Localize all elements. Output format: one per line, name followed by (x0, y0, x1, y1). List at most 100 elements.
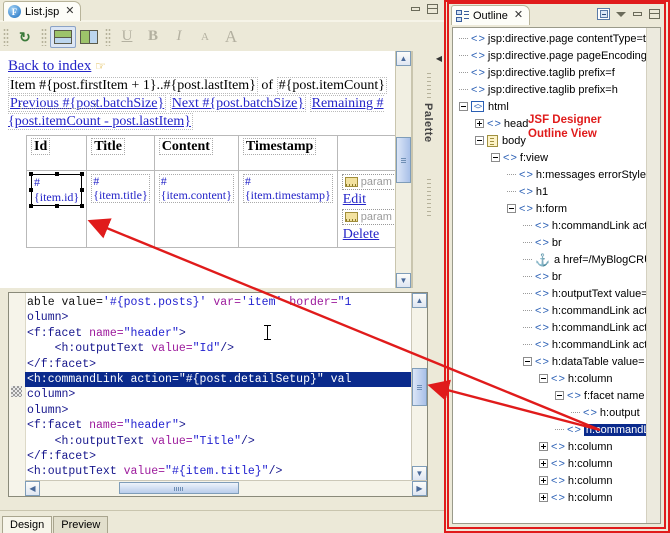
expand-icon[interactable] (539, 476, 548, 485)
tree-item[interactable]: < > h:output (453, 404, 647, 421)
source-horizontal-scrollbar[interactable]: ◀ ▶ (25, 480, 427, 496)
gutter-marker-icon[interactable] (11, 386, 22, 397)
outline-vertical-scrollbar[interactable] (646, 28, 660, 523)
source-hscroll-thumb[interactable] (119, 482, 239, 494)
tab-design[interactable]: Design (2, 516, 53, 533)
toolbar-grip[interactable] (41, 27, 47, 46)
italic-button[interactable]: I (166, 26, 192, 48)
back-to-index-link[interactable]: Back to index (8, 58, 91, 74)
cell-id[interactable]: #{item.id} (25, 169, 88, 248)
outline-tree[interactable]: < > jsp:directive.page contentType=tex < >… (453, 30, 647, 523)
close-icon[interactable]: ✕ (63, 6, 74, 17)
tree-item[interactable]: < > jsp:directive.taglib prefix=h (453, 81, 647, 98)
refresh-button[interactable]: ↺ (12, 26, 38, 48)
collapse-icon[interactable] (459, 102, 468, 111)
collapse-icon[interactable] (555, 391, 564, 400)
source-line[interactable]: <h:outputText value="Id"/> (27, 341, 411, 356)
scroll-up-arrow[interactable]: ▲ (396, 51, 411, 66)
tree-item[interactable]: < > h1 (453, 183, 647, 200)
collapse-icon[interactable] (507, 204, 516, 213)
outline-tree-container[interactable]: < > jsp:directive.page contentType=tex < >… (452, 27, 661, 524)
canvas-vertical-scrollbar[interactable]: ▲ ▼ (395, 51, 411, 288)
tree-item[interactable]: < > f:facet name (453, 387, 647, 404)
collapse-all-icon[interactable] (597, 8, 610, 20)
toolbar-grip[interactable] (3, 27, 9, 46)
tree-item[interactable]: < > h:column (453, 489, 647, 506)
source-scroll-thumb[interactable] (412, 368, 427, 406)
minimize-icon[interactable] (410, 4, 421, 14)
collapse-icon[interactable] (539, 374, 548, 383)
tree-item[interactable]: < > h:dataTable value= (453, 353, 647, 370)
source-scroll-up-arrow[interactable]: ▲ (412, 293, 427, 308)
font-larger-button[interactable]: A (218, 26, 244, 48)
tree-item[interactable]: < > h:commandLink actio (453, 336, 647, 353)
tree-item[interactable]: < > br (453, 268, 647, 285)
source-gutter[interactable] (9, 293, 26, 496)
tree-item[interactable]: < > h:commandLink actio (453, 319, 647, 336)
tree-item[interactable]: < > br (453, 234, 647, 251)
source-line[interactable]: olumn> (27, 310, 411, 325)
source-line-selected[interactable]: <h:commandLink action="#{post.detailSetu… (25, 371, 424, 388)
source-scroll-down-arrow[interactable]: ▼ (412, 466, 427, 481)
tree-item[interactable]: < > h:column (453, 438, 647, 455)
source-line[interactable]: <f:facet name="header"> (27, 326, 411, 341)
source-scroll-right-arrow[interactable]: ▶ (412, 481, 427, 496)
bold-button[interactable]: B (140, 26, 166, 48)
layout-horizontal-button[interactable] (50, 25, 76, 48)
expand-icon[interactable] (539, 459, 548, 468)
source-code-editor[interactable]: able value='#{post.posts}' var='item' bo… (8, 292, 428, 497)
tree-item[interactable]: < > jsp:directive.page contentType=tex (453, 30, 647, 47)
toolbar-grip[interactable] (105, 27, 111, 46)
collapse-icon[interactable] (523, 357, 532, 366)
tree-item[interactable]: < > f:view (453, 149, 647, 166)
source-line[interactable]: <f:facet name="header"> (27, 418, 411, 433)
tree-item[interactable]: < > h:column (453, 472, 647, 489)
tree-item[interactable]: < >jsp:directive.page pageEncoding=UT (453, 47, 647, 64)
font-smaller-button[interactable]: A (192, 26, 218, 48)
tree-item[interactable]: < > h:commandLi (453, 421, 647, 438)
source-line[interactable]: able value='#{post.posts}' var='item' bo… (27, 295, 411, 310)
tree-item[interactable]: < > jsp:directive.taglib prefix=f (453, 64, 647, 81)
scroll-down-arrow[interactable]: ▼ (396, 273, 411, 288)
tree-item[interactable]: < > h:commandLink actio (453, 302, 647, 319)
tree-item[interactable]: < > h:commandLink actio (453, 217, 647, 234)
collapse-icon[interactable] (475, 136, 484, 145)
tree-item[interactable]: ⚓a href=/MyBlogCRUD (453, 251, 647, 268)
tab-preview[interactable]: Preview (53, 516, 109, 533)
source-scroll-left-arrow[interactable]: ◀ (25, 481, 40, 496)
tab-outline[interactable]: Outline ✕ (451, 5, 531, 25)
palette-expand-icon[interactable]: ◀ (436, 54, 442, 63)
source-line[interactable]: </f:facet> (27, 449, 411, 464)
cell-title[interactable]: #{item.title} (86, 169, 155, 248)
expand-icon[interactable] (539, 442, 548, 451)
canvas-scroll-thumb[interactable] (396, 137, 411, 183)
source-vertical-scrollbar[interactable]: ▲ ▼ (411, 293, 427, 481)
palette-rail[interactable]: ◀ Palette (412, 51, 445, 288)
expand-icon[interactable] (539, 493, 548, 502)
cell-timestamp[interactable]: #{item.timestamp} (237, 169, 338, 248)
source-line[interactable]: column> (27, 387, 411, 402)
tree-item[interactable]: < > h:column (453, 455, 647, 472)
layout-vertical-button[interactable] (76, 26, 102, 48)
next-link[interactable]: Next #{post.batchSize} (169, 94, 307, 112)
maximize-icon[interactable] (649, 9, 660, 19)
collapse-icon[interactable] (491, 153, 500, 162)
view-menu-icon[interactable] (616, 11, 626, 17)
underline-button[interactable]: U (114, 26, 140, 48)
tree-item[interactable]: < > h:form (453, 200, 647, 217)
tab-list-jsp[interactable]: F List.jsp ✕ (3, 1, 82, 21)
close-icon[interactable]: ✕ (512, 10, 523, 21)
cell-content[interactable]: #{item.content} (153, 169, 239, 248)
source-line[interactable]: <h:outputText value="#{item.title}"/> (27, 464, 411, 479)
visual-design-canvas[interactable]: Back to index ☞ Item #{post.firstItem + … (0, 51, 412, 288)
maximize-icon[interactable] (427, 4, 438, 14)
tree-item[interactable]: < > h:column (453, 370, 647, 387)
expand-icon[interactable] (475, 119, 484, 128)
minimize-icon[interactable] (632, 9, 643, 19)
source-code-text[interactable]: able value='#{post.posts}' var='item' bo… (25, 295, 424, 480)
selected-element-box[interactable]: #{item.id} (29, 171, 85, 208)
tree-item[interactable]: < > h:outputText value= (453, 285, 647, 302)
source-line[interactable]: </f:facet> (27, 357, 411, 372)
source-line[interactable]: <h:outputText value="Title"/> (27, 434, 411, 449)
source-line[interactable]: olumn> (27, 403, 411, 418)
